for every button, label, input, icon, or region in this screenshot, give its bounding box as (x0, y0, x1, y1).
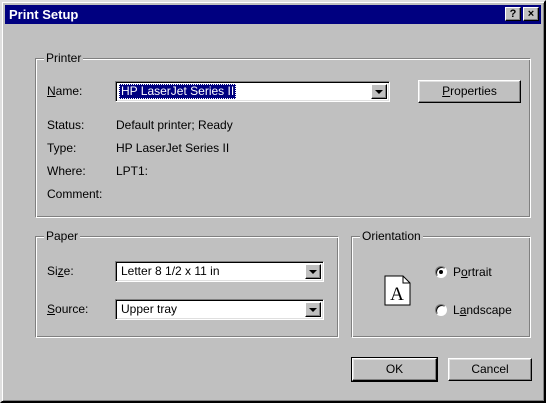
properties-button[interactable]: Properties (418, 80, 521, 103)
chevron-down-icon[interactable] (305, 302, 321, 317)
where-label: Where: (47, 164, 86, 178)
source-label: Source: (47, 302, 89, 316)
size-label: Size: (47, 264, 74, 278)
dialog-title: Print Setup (9, 7, 79, 22)
status-value: Default printer; Ready (116, 118, 233, 132)
ok-button[interactable]: OK (351, 357, 438, 382)
portrait-radio-button[interactable] (435, 266, 447, 278)
question-mark-icon: ? (509, 8, 517, 20)
portrait-page-icon: A (384, 275, 411, 306)
cancel-button[interactable]: Cancel (448, 358, 532, 381)
status-label: Status: (47, 118, 85, 132)
printer-name-select[interactable]: HP LaserJet Series II (115, 81, 390, 102)
landscape-radio-button[interactable] (435, 304, 447, 316)
chevron-down-icon[interactable] (371, 84, 387, 99)
svg-text:A: A (390, 284, 404, 305)
paper-source-value: Upper tray (121, 302, 178, 316)
comment-label: Comment: (47, 187, 103, 201)
print-setup-dialog: Print Setup ? × Printer Name: HP LaserJe… (0, 0, 546, 403)
paper-group: Paper Size: Letter 8 1/2 x 11 in Source:… (35, 229, 339, 338)
title-bar[interactable]: Print Setup ? × (5, 5, 541, 24)
close-icon: × (527, 8, 535, 20)
portrait-label: Portrait (453, 265, 492, 279)
close-button[interactable]: × (523, 7, 539, 21)
name-label: Name: (47, 84, 83, 98)
paper-group-label: Paper (44, 229, 81, 243)
printer-group-label: Printer (44, 51, 84, 65)
type-label: Type: (47, 141, 77, 155)
paper-size-value: Letter 8 1/2 x 11 in (121, 264, 220, 278)
orientation-group: Orientation A Portrait Landscape (351, 229, 531, 338)
help-button[interactable]: ? (505, 7, 521, 21)
type-value: HP LaserJet Series II (116, 141, 230, 155)
selected-printer-text: HP LaserJet Series II (119, 84, 237, 99)
printer-group: Printer Name: HP LaserJet Series II Prop… (35, 51, 531, 218)
orientation-group-label: Orientation (360, 229, 423, 243)
paper-size-select[interactable]: Letter 8 1/2 x 11 in (115, 261, 324, 282)
paper-source-select[interactable]: Upper tray (115, 299, 324, 320)
landscape-label: Landscape (453, 303, 512, 317)
where-value: LPT1: (116, 164, 149, 178)
chevron-down-icon[interactable] (305, 264, 321, 279)
